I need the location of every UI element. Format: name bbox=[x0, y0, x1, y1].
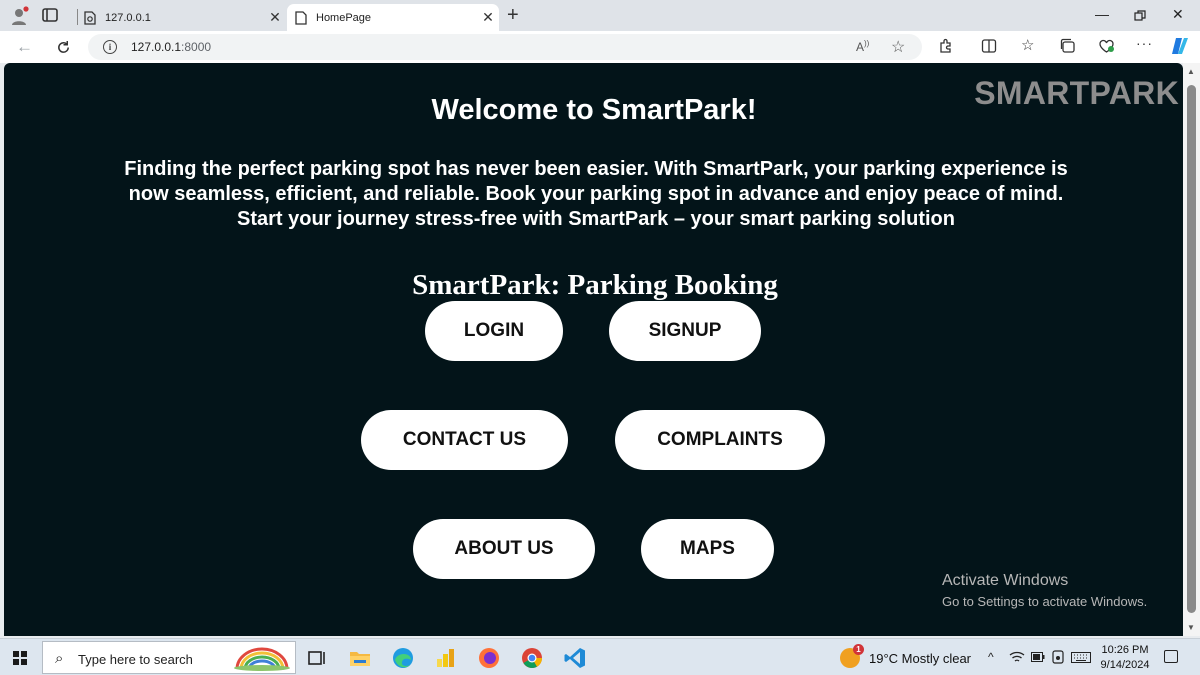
booking-subtitle: SmartPark: Parking Booking bbox=[412, 269, 778, 301]
search-placeholder: Type here to search bbox=[78, 652, 193, 667]
chrome-icon[interactable] bbox=[520, 646, 544, 670]
browser-essentials-icon[interactable] bbox=[1098, 38, 1115, 54]
windows-taskbar: ⌕ Type here to search 1 19°C Mostly clea… bbox=[0, 638, 1200, 675]
firefox-icon[interactable] bbox=[477, 646, 501, 670]
refresh-icon[interactable] bbox=[56, 40, 71, 55]
close-tab-icon[interactable]: ✕ bbox=[477, 9, 499, 26]
browser-tab-strip: 127.0.0.1 ✕ HomePage ✕ + — ✕ bbox=[0, 0, 1200, 31]
url-port: :8000 bbox=[181, 40, 212, 54]
address-bar[interactable]: i 127.0.0.1:8000 A)) ☆ bbox=[88, 34, 922, 60]
search-highlight-rainbow-icon bbox=[234, 647, 290, 671]
signup-button[interactable]: SIGNUP bbox=[609, 301, 761, 361]
complaints-button[interactable]: COMPLAINTS bbox=[615, 410, 825, 470]
weather-widget[interactable]: 1 19°C Mostly clear bbox=[840, 644, 972, 668]
new-tab-button[interactable]: + bbox=[507, 4, 519, 27]
copilot-icon[interactable] bbox=[1170, 36, 1190, 56]
close-window-button[interactable]: ✕ bbox=[1172, 6, 1184, 23]
tab-localhost[interactable]: 127.0.0.1 ✕ bbox=[76, 4, 286, 31]
scroll-thumb[interactable] bbox=[1187, 85, 1196, 613]
welcome-heading: Welcome to SmartPark! bbox=[431, 94, 757, 126]
scroll-down-arrow-icon[interactable]: ▼ bbox=[1187, 623, 1195, 632]
activate-windows-watermark: Activate Windows Go to Settings to activ… bbox=[942, 572, 1147, 609]
edge-browser-icon[interactable] bbox=[391, 646, 415, 670]
favorites-icon[interactable]: ☆ bbox=[1021, 36, 1034, 54]
browser-toolbar: ← i 127.0.0.1:8000 A)) ☆ ☆ ··· bbox=[0, 31, 1200, 63]
file-explorer-icon[interactable] bbox=[348, 646, 372, 670]
tab-title: 127.0.0.1 bbox=[105, 11, 151, 24]
search-icon: ⌕ bbox=[55, 650, 64, 667]
intro-paragraph: Finding the perfect parking spot has nev… bbox=[124, 158, 1068, 230]
task-view-icon[interactable] bbox=[305, 646, 329, 670]
page-scrollbar[interactable]: ▲ ▼ bbox=[1183, 63, 1200, 636]
watermark-title: Activate Windows bbox=[942, 572, 1069, 589]
url-host: 127.0.0.1 bbox=[131, 40, 182, 54]
weather-sun-icon: 1 bbox=[840, 644, 864, 668]
page-viewport: SMARTPARK Welcome to SmartPark! Finding … bbox=[4, 63, 1183, 636]
taskbar-search-box[interactable]: ⌕ Type here to search bbox=[42, 641, 296, 674]
tab-actions-icon[interactable] bbox=[42, 8, 58, 22]
clock-time: 10:26 PM bbox=[1101, 644, 1149, 656]
weather-text: 19°C Mostly clear bbox=[869, 650, 972, 666]
more-options-icon[interactable]: ··· bbox=[1136, 35, 1153, 51]
scroll-up-arrow-icon[interactable]: ▲ bbox=[1187, 67, 1195, 76]
read-aloud-icon[interactable]: A)) bbox=[856, 39, 869, 54]
windows-start-icon[interactable] bbox=[13, 651, 27, 665]
about-us-button[interactable]: ABOUT US bbox=[413, 519, 595, 579]
show-hidden-icons-chevron-icon[interactable]: ^ bbox=[988, 650, 994, 664]
site-info-icon[interactable]: i bbox=[103, 40, 117, 54]
battery-icon[interactable] bbox=[1031, 652, 1045, 662]
keyboard-icon[interactable] bbox=[1071, 652, 1091, 663]
contact-us-button[interactable]: CONTACT US bbox=[361, 410, 568, 470]
watermark-subtitle: Go to Settings to activate Windows. bbox=[942, 594, 1148, 609]
restore-button[interactable] bbox=[1134, 10, 1146, 22]
tab-title: HomePage bbox=[316, 11, 372, 24]
notification-center-icon[interactable] bbox=[1164, 650, 1178, 663]
wifi-icon[interactable] bbox=[1009, 651, 1025, 663]
close-tab-icon[interactable]: ✕ bbox=[264, 9, 286, 26]
vscode-icon[interactable] bbox=[563, 646, 587, 670]
sound-icon[interactable] bbox=[1052, 650, 1064, 664]
page-favicon-icon bbox=[295, 10, 307, 25]
collections-icon[interactable] bbox=[1060, 38, 1076, 54]
extensions-icon[interactable] bbox=[938, 38, 954, 54]
login-button[interactable]: LOGIN bbox=[425, 301, 563, 361]
split-screen-icon[interactable] bbox=[981, 38, 997, 54]
profile-icon[interactable] bbox=[10, 6, 30, 26]
page-favicon-icon bbox=[84, 10, 96, 25]
minimize-button[interactable]: — bbox=[1095, 6, 1109, 22]
favorite-star-icon[interactable]: ☆ bbox=[891, 37, 905, 57]
power-bi-icon[interactable] bbox=[434, 646, 458, 670]
weather-alert-badge: 1 bbox=[853, 644, 864, 655]
maps-button[interactable]: MAPS bbox=[641, 519, 774, 579]
url-text[interactable]: 127.0.0.1:8000 bbox=[131, 40, 211, 54]
clock-date: 9/14/2024 bbox=[1100, 659, 1150, 671]
system-clock[interactable]: 10:26 PM 9/14/2024 bbox=[1094, 643, 1156, 673]
back-arrow-icon[interactable]: ← bbox=[16, 37, 33, 57]
tab-homepage[interactable]: HomePage ✕ bbox=[287, 4, 499, 31]
